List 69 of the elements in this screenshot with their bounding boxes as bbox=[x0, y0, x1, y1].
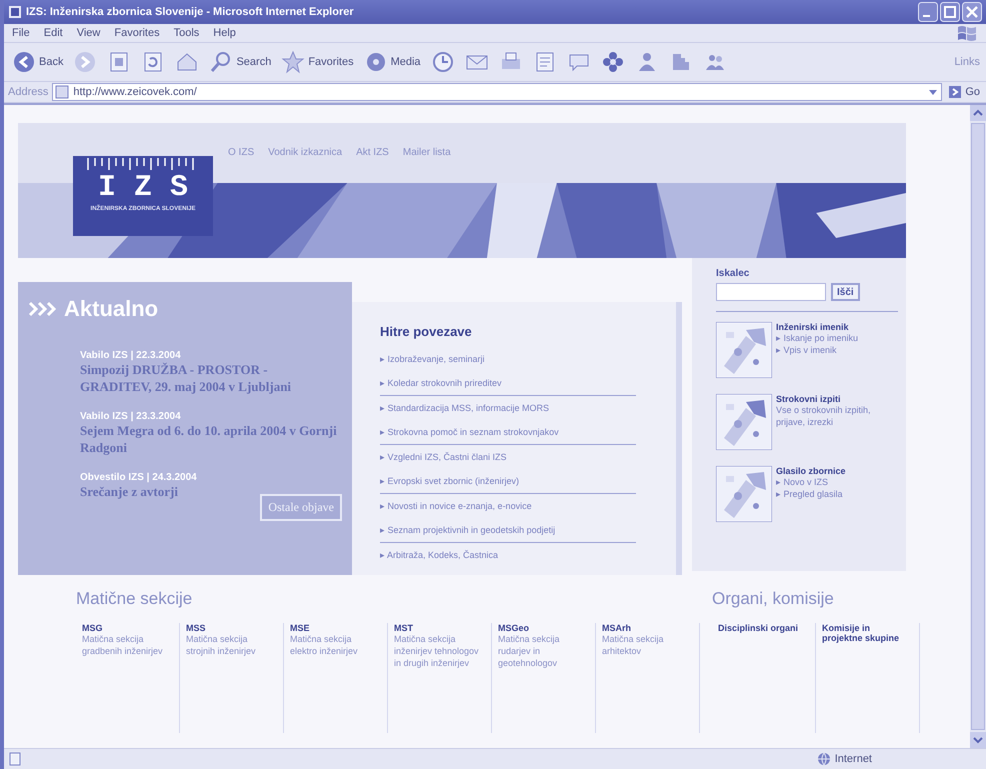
feature-title[interactable]: Inženirski imenik bbox=[776, 322, 858, 332]
close-icon[interactable] bbox=[962, 2, 982, 22]
section-code[interactable]: MSE bbox=[290, 623, 381, 633]
section-code[interactable]: MSS bbox=[186, 623, 277, 633]
address-field[interactable]: http://www.zeicovek.com/ bbox=[52, 83, 942, 101]
search-field[interactable] bbox=[716, 283, 826, 301]
quick-link[interactable]: ▸ Vzgledni IZS, Častni člani IZS bbox=[380, 445, 636, 469]
menu-item[interactable]: Tools bbox=[174, 27, 200, 39]
section-description: Matična sekcija rudarjev in geotehnologov bbox=[498, 633, 561, 669]
flower-icon bbox=[600, 50, 625, 74]
section-description: Matična sekcija gradbenih inženirjev bbox=[82, 633, 164, 657]
news-date: Vabilo IZS | 23.3.2004 bbox=[80, 411, 182, 422]
section-description: Matična sekcija arhitektov bbox=[602, 633, 665, 657]
section-description: Matična sekcija inženirjev tehnologov in drugih inženirjev bbox=[394, 633, 480, 669]
go-button[interactable]: Go bbox=[946, 85, 982, 99]
organ-link[interactable]: Disciplinski organi bbox=[718, 623, 809, 633]
news-date: Vabilo IZS | 22.3.2004 bbox=[80, 350, 182, 361]
find-button[interactable]: Išči bbox=[831, 283, 860, 301]
maximize-icon[interactable] bbox=[940, 2, 960, 22]
organ-link[interactable]: Komisije in projektne skupine bbox=[822, 623, 913, 643]
section-code[interactable]: MSG bbox=[82, 623, 173, 633]
section-description: Matična sekcija elektro inženirjev bbox=[290, 633, 359, 657]
menu-item[interactable]: File bbox=[12, 27, 30, 39]
quick-link[interactable]: ▸ Evropski svet zbornic (inženirjev) bbox=[380, 469, 636, 493]
section-code[interactable]: MST bbox=[394, 623, 485, 633]
scrollbar-track[interactable] bbox=[970, 105, 986, 748]
logo-text: I Z S bbox=[98, 170, 188, 205]
window-title: IZS: Inženirska zbornica Slovenije - Microsoft Internet Explorer bbox=[26, 6, 355, 18]
quick-link[interactable]: ▸ Novosti in novice e-znanja, e-novice bbox=[380, 494, 636, 518]
feature-title[interactable]: Strokovni izpiti bbox=[776, 394, 898, 404]
globe-icon bbox=[816, 752, 831, 766]
quick-link[interactable]: ▸ Arbitraža, Kodeks, Častnica bbox=[380, 543, 636, 567]
quick-link[interactable]: ▸ Seznam projektivnih in geodetskih podjetij bbox=[380, 518, 636, 542]
quick-link[interactable]: ▸ Koledar strokovnih prireditev bbox=[380, 371, 636, 395]
security-zone: Internet bbox=[834, 753, 872, 765]
toolbar-button[interactable]: Back bbox=[10, 48, 66, 76]
chevrons-icon bbox=[28, 301, 58, 317]
clock-icon bbox=[430, 50, 455, 74]
toolbar-button[interactable]: Favorites bbox=[279, 48, 356, 76]
search-label: Iskalec bbox=[716, 268, 750, 279]
page-icon bbox=[8, 752, 22, 766]
section-heading: Organi, komisije bbox=[712, 589, 835, 609]
menu-item[interactable]: Favorites bbox=[114, 27, 160, 39]
menu-item[interactable]: Edit bbox=[44, 27, 63, 39]
quick-link[interactable]: ▸ Strokovna pomoč in seznam strokovnjakov bbox=[380, 420, 636, 444]
scroll-down-icon[interactable] bbox=[970, 732, 986, 748]
menu-item[interactable]: View bbox=[76, 27, 100, 39]
windows-flag-icon bbox=[956, 24, 978, 42]
minimize-icon[interactable] bbox=[918, 2, 938, 22]
toolbar-button[interactable]: Media bbox=[362, 48, 423, 76]
section-code[interactable]: MSArh bbox=[602, 623, 693, 633]
page-icon bbox=[55, 85, 70, 99]
section-heading: Matične sekcije bbox=[76, 589, 194, 609]
feature-title[interactable]: Glasilo zbornice bbox=[776, 466, 846, 476]
section-heading: Hitre povezave bbox=[380, 324, 473, 339]
news-date: Obvestilo IZS | 24.3.2004 bbox=[80, 472, 198, 483]
menu-item[interactable]: Help bbox=[213, 27, 236, 39]
quick-link[interactable]: ▸ Izobraževanje, seminarji bbox=[380, 347, 636, 371]
section-heading: Aktualno bbox=[64, 296, 158, 322]
address-label: Address bbox=[8, 86, 48, 98]
section-description: Matična sekcija strojnih inženirjev bbox=[186, 633, 257, 657]
scroll-thumb[interactable] bbox=[971, 123, 985, 730]
toolbar-button[interactable]: Search bbox=[207, 48, 274, 76]
browser-logo-icon bbox=[8, 5, 22, 19]
feature-link[interactable]: Vse o strokovnih izpitih, prijave, izrezki bbox=[776, 404, 898, 428]
section-code[interactable]: MSGeo bbox=[498, 623, 589, 633]
star-icon bbox=[281, 50, 306, 74]
scroll-up-icon[interactable] bbox=[970, 105, 986, 121]
quick-link[interactable]: ▸ Standardizacija MSS, informacije MORS bbox=[380, 396, 636, 420]
